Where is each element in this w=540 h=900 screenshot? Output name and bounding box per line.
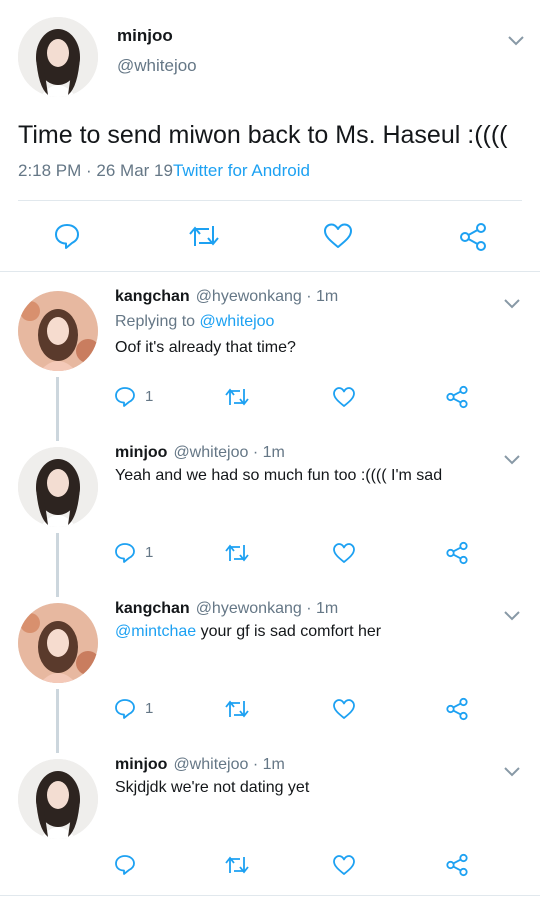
chevron-down-icon[interactable] xyxy=(502,764,522,778)
retweet-icon[interactable] xyxy=(224,386,250,408)
like-icon[interactable] xyxy=(332,854,356,876)
reply-icon[interactable] xyxy=(114,698,136,720)
reply-author-handle[interactable]: @hyewonkang · 1m xyxy=(196,600,339,617)
avatar-kangchan[interactable] xyxy=(18,603,98,683)
chevron-down-icon[interactable] xyxy=(502,452,522,466)
divider xyxy=(0,895,540,896)
reply-text-body: your gf is sad comfort her xyxy=(196,623,382,640)
reply-header: minjoo @whitejoo · 1m xyxy=(115,444,285,462)
tweet-source[interactable]: Twitter for Android xyxy=(173,161,310,180)
reply-author-handle[interactable]: @hyewonkang · 1m xyxy=(196,288,339,305)
reply-text: Oof it's already that time? xyxy=(115,339,296,356)
reply-header: kangchan @hyewonkang · 1m xyxy=(115,600,338,618)
divider xyxy=(18,200,522,201)
reply-count: 1 xyxy=(145,700,154,717)
retweet-icon[interactable] xyxy=(187,222,221,250)
chevron-down-icon[interactable] xyxy=(502,608,522,622)
reply-text: @mintchae your gf is sad comfort her xyxy=(115,623,381,641)
tweet-time: 2:18 PM · 26 Mar 19 xyxy=(18,161,173,180)
thread-connector xyxy=(56,377,59,441)
retweet-icon[interactable] xyxy=(224,854,250,876)
avatar-kangchan[interactable] xyxy=(18,291,98,371)
share-icon[interactable] xyxy=(445,385,469,409)
thread-connector xyxy=(56,533,59,597)
author-name[interactable]: minjoo xyxy=(117,26,173,46)
replying-to-label: Replying to xyxy=(115,313,200,330)
reply-icon[interactable] xyxy=(114,854,136,876)
avatar-minjoo[interactable] xyxy=(18,759,98,839)
reply-author-name[interactable]: kangchan xyxy=(115,600,190,617)
avatar-minjoo[interactable] xyxy=(18,17,98,97)
like-icon[interactable] xyxy=(332,698,356,720)
reply-author-handle[interactable]: @whitejoo · 1m xyxy=(173,444,284,461)
replying-to: Replying to @whitejoo xyxy=(115,313,274,331)
like-icon[interactable] xyxy=(332,386,356,408)
chevron-down-icon[interactable] xyxy=(502,296,522,310)
reply-icon[interactable] xyxy=(53,222,81,250)
replying-to-mention[interactable]: @whitejoo xyxy=(200,313,275,330)
tweet-text: Time to send miwon back to Ms. Haseul :(… xyxy=(18,121,508,149)
reply-text: Yeah and we had so much fun too :(((( I'… xyxy=(115,467,443,484)
reply-author-handle[interactable]: @whitejoo · 1m xyxy=(173,756,284,773)
mention-link[interactable]: @mintchae xyxy=(115,623,196,640)
share-icon[interactable] xyxy=(445,853,469,877)
share-icon[interactable] xyxy=(445,541,469,565)
like-icon[interactable] xyxy=(332,542,356,564)
reply-count: 1 xyxy=(145,544,154,561)
like-icon[interactable] xyxy=(323,222,353,250)
tweet-meta: 2:18 PM · 26 Mar 19Twitter for Android xyxy=(18,161,310,181)
author-handle[interactable]: @whitejoo xyxy=(117,56,197,76)
divider xyxy=(0,271,540,272)
share-icon[interactable] xyxy=(445,697,469,721)
thread-connector xyxy=(56,689,59,753)
avatar-minjoo[interactable] xyxy=(18,447,98,527)
reply-icon[interactable] xyxy=(114,542,136,564)
reply-author-name[interactable]: minjoo xyxy=(115,444,167,461)
reply-count: 1 xyxy=(145,388,154,405)
reply-text: Skjdjdk we're not dating yet xyxy=(115,779,310,796)
reply-header: minjoo @whitejoo · 1m xyxy=(115,756,285,774)
reply-author-name[interactable]: minjoo xyxy=(115,756,167,773)
chevron-down-icon[interactable] xyxy=(506,33,526,47)
share-icon[interactable] xyxy=(458,222,488,252)
reply-header: kangchan @hyewonkang · 1m xyxy=(115,288,338,306)
retweet-icon[interactable] xyxy=(224,698,250,720)
reply-author-name[interactable]: kangchan xyxy=(115,288,190,305)
retweet-icon[interactable] xyxy=(224,542,250,564)
reply-icon[interactable] xyxy=(114,386,136,408)
